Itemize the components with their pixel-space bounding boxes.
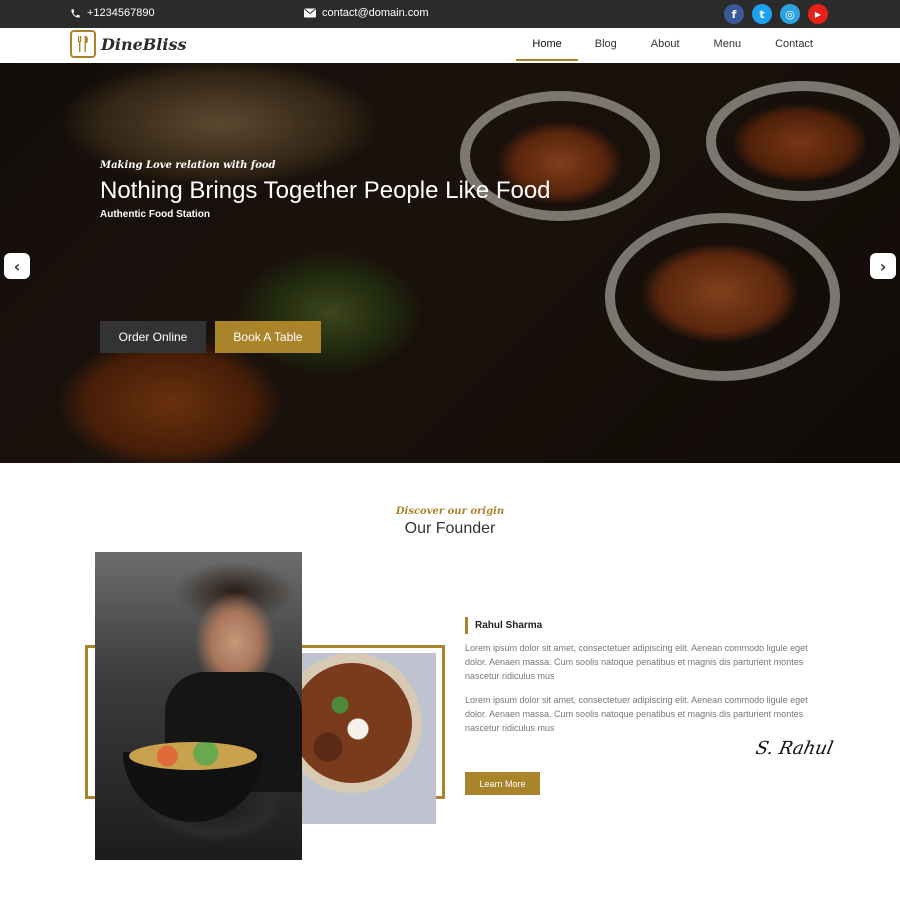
instagram-icon[interactable]: ◎ [780, 4, 800, 24]
hero-title: Nothing Brings Together People Like Food [100, 177, 551, 204]
email-contact[interactable]: contact@domain.com [304, 7, 429, 19]
nav-menu: Home Blog About Menu Contact [516, 28, 830, 63]
book-table-button[interactable]: Book A Table [215, 321, 321, 353]
founder-paragraph-1: Lorem ipsum dolor sit amet, consectetuer… [465, 643, 808, 681]
founder-paragraph-2: Lorem ipsum dolor sit amet, consectetuer… [465, 695, 808, 733]
bowl-food [129, 742, 257, 770]
brand-name: DineBliss [101, 34, 187, 54]
founder-name: Rahul Sharma [465, 617, 542, 634]
hero-overlay [0, 63, 900, 463]
main-nav: DineBliss Home Blog About Menu Contact [0, 28, 900, 63]
twitter-icon[interactable]: t [752, 4, 772, 24]
social-links: f t ◎ ▶ [724, 4, 828, 24]
order-online-button[interactable]: Order Online [100, 321, 206, 353]
email-address: contact@domain.com [322, 7, 429, 19]
dish-photo [302, 653, 436, 824]
founder-signature: S. Rahul [753, 738, 836, 759]
hero-subtitle: Authentic Food Station [100, 209, 210, 220]
nav-item-contact[interactable]: Contact [758, 28, 830, 61]
youtube-icon[interactable]: ▶ [808, 4, 828, 24]
founder-tagline: Discover our origin [395, 506, 505, 517]
hero-tagline: Making Love relation with food [100, 160, 276, 171]
learn-more-button[interactable]: Learn More [465, 772, 540, 795]
nav-item-about[interactable]: About [634, 28, 697, 61]
envelope-icon [304, 8, 316, 18]
nav-item-blog[interactable]: Blog [578, 28, 634, 61]
nav-item-menu[interactable]: Menu [697, 28, 759, 61]
phone-contact[interactable]: +1234567890 [70, 7, 155, 19]
facebook-icon[interactable]: f [724, 4, 744, 24]
chef-photo [95, 552, 302, 860]
phone-number: +1234567890 [87, 7, 155, 19]
fork-knife-icon [70, 30, 96, 58]
chevron-left-icon[interactable]: ‹ [4, 253, 30, 279]
phone-icon [70, 8, 81, 19]
top-bar: +1234567890 contact@domain.com f t ◎ ▶ [0, 0, 900, 28]
nav-item-home[interactable]: Home [516, 28, 578, 61]
founder-heading: Our Founder [404, 520, 496, 537]
chevron-right-icon[interactable]: › [870, 253, 896, 279]
hero-slider: Making Love relation with food Nothing B… [0, 63, 900, 463]
logo[interactable]: DineBliss [70, 30, 186, 58]
